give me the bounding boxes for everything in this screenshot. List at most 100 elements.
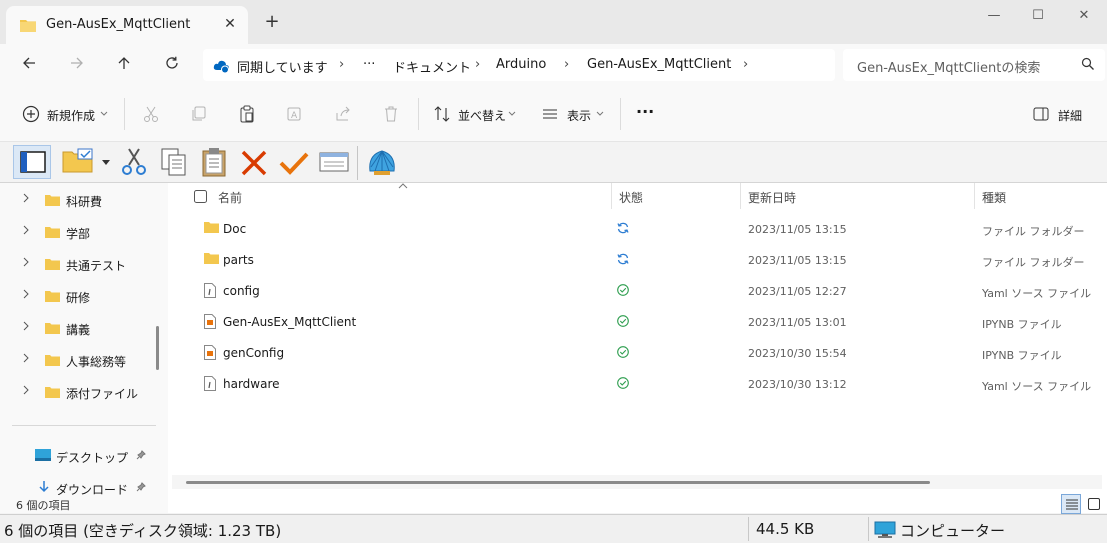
breadcrumb-arduino[interactable]: Arduino <box>496 57 546 72</box>
classic-toolbar <box>0 142 1107 183</box>
clipboard-icon[interactable] <box>200 147 228 177</box>
more-options-button[interactable]: ··· <box>636 102 654 124</box>
file-type: ファイル フォルダー <box>982 225 1085 238</box>
tab-close-button[interactable]: ✕ <box>220 14 240 34</box>
tab-current[interactable]: Gen-AusEx_MqttClient ✕ <box>6 6 248 44</box>
close-window-button[interactable]: ✕ <box>1066 6 1102 26</box>
status-summary: 6 個の項目 (空きディスク領域: 1.23 TB) <box>4 522 282 540</box>
table-row[interactable]: config 2023/11/05 12:27 Yaml ソース ファイル <box>194 275 1104 306</box>
share-icon[interactable] <box>334 105 352 123</box>
column-divider[interactable] <box>974 183 975 209</box>
refresh-button[interactable] <box>159 52 185 78</box>
properties-card-icon[interactable] <box>319 152 349 172</box>
pane-icon <box>20 151 46 173</box>
command-bar: 新規作成 A 並べ替え 表示 ··· 詳細 <box>0 86 1107 142</box>
arrow-left-icon <box>23 57 35 69</box>
paste-icon[interactable] <box>238 105 256 123</box>
shell-icon[interactable] <box>366 147 398 177</box>
column-header-date[interactable]: 更新日時 <box>748 189 796 206</box>
sidebar-item-downloads[interactable]: ダウンロード <box>0 473 150 495</box>
column-header-type[interactable]: 種類 <box>982 189 1006 206</box>
column-header-status[interactable]: 状態 <box>619 189 643 206</box>
breadcrumb-separator: › <box>743 57 749 72</box>
sidebar-item-kogi[interactable]: 講義 <box>0 313 150 341</box>
copy-icon[interactable] <box>190 105 208 123</box>
folder-icon <box>45 227 60 238</box>
up-button[interactable] <box>111 52 137 78</box>
breadcrumb-separator: › <box>475 57 481 72</box>
maximize-button[interactable]: ☐ <box>1020 6 1056 26</box>
file-name: Doc <box>223 222 247 236</box>
breadcrumb-documents[interactable]: ドキュメント <box>393 57 471 76</box>
select-all-checkbox[interactable] <box>194 190 207 203</box>
file-type: ファイル フォルダー <box>982 256 1085 269</box>
yaml-file-icon <box>204 376 216 391</box>
divider <box>748 517 749 541</box>
horizontal-scrollbar-thumb[interactable] <box>186 481 930 484</box>
search-box[interactable]: Gen-AusEx_MqttClientの検索 <box>843 49 1105 81</box>
sidebar-item-kakenhi[interactable]: 科研費 <box>0 185 150 213</box>
file-date: 2023/11/05 13:15 <box>748 223 847 236</box>
preview-pane-toggle[interactable] <box>13 145 51 179</box>
sort-button[interactable]: 並べ替え <box>458 107 506 129</box>
new-button[interactable]: 新規作成 <box>47 107 95 129</box>
chevron-right-icon[interactable] <box>22 225 30 235</box>
file-type: Yaml ソース ファイル <box>982 380 1092 393</box>
file-type: IPYNB ファイル <box>982 318 1062 331</box>
details-button[interactable]: 詳細 <box>1058 107 1082 129</box>
pin-icon[interactable] <box>136 450 146 460</box>
chevron-right-icon[interactable] <box>22 257 30 267</box>
chevron-right-icon[interactable] <box>22 193 30 203</box>
address-bar[interactable]: 同期しています › ··· ドキュメント › Arduino › Gen-Aus… <box>203 49 835 81</box>
chevron-right-icon[interactable] <box>22 385 30 395</box>
delete-icon[interactable] <box>382 105 400 123</box>
folder-icon <box>45 259 60 270</box>
rename-icon[interactable]: A <box>286 105 304 123</box>
breadcrumb-current-folder[interactable]: Gen-AusEx_MqttClient <box>587 57 731 72</box>
chevron-right-icon[interactable] <box>22 321 30 331</box>
scissors-icon[interactable] <box>121 147 147 177</box>
table-row[interactable]: parts 2023/11/05 13:15 ファイル フォルダー <box>194 244 1104 275</box>
column-divider[interactable] <box>740 183 741 209</box>
sidebar-item-gakubu[interactable]: 学部 <box>0 217 150 245</box>
status-size: 44.5 KB <box>756 520 815 538</box>
new-tab-button[interactable]: + <box>262 12 282 32</box>
chevron-right-icon[interactable] <box>22 353 30 363</box>
column-divider[interactable] <box>611 183 612 209</box>
sidebar-scrollbar[interactable] <box>156 326 159 370</box>
minimize-button[interactable]: — <box>976 6 1012 26</box>
divider <box>418 98 419 130</box>
chevron-right-icon[interactable] <box>22 289 30 299</box>
sidebar-item-kyotsu-test[interactable]: 共通テスト <box>0 249 150 277</box>
view-button[interactable]: 表示 <box>567 107 591 129</box>
pin-icon[interactable] <box>136 482 146 492</box>
tiles-view-button[interactable] <box>1084 494 1104 514</box>
table-row[interactable]: Gen-AusEx_MqttClient 2023/11/05 13:01 IP… <box>194 306 1104 337</box>
sidebar-item-kenshu[interactable]: 研修 <box>0 281 150 309</box>
sidebar-item-label: 人事総務等 <box>66 355 127 369</box>
search-input[interactable]: Gen-AusEx_MqttClientの検索 <box>857 57 1040 76</box>
sidebar-item-attachments[interactable]: 添付ファイル <box>0 377 150 405</box>
file-name: parts <box>223 253 254 267</box>
copy-documents-icon[interactable] <box>160 147 188 177</box>
folder-options-icon[interactable] <box>62 148 96 174</box>
breadcrumb-overflow[interactable]: ··· <box>363 57 375 72</box>
sidebar-item-desktop[interactable]: デスクトップ <box>0 441 150 469</box>
folder-icon <box>45 387 60 398</box>
folder-icon <box>45 355 60 366</box>
table-row[interactable]: genConfig 2023/10/30 15:54 IPYNB ファイル <box>194 337 1104 368</box>
delete-x-icon[interactable] <box>240 149 268 177</box>
cut-icon[interactable] <box>142 105 160 123</box>
checkmark-icon[interactable] <box>279 151 309 175</box>
chevron-down-icon[interactable] <box>102 160 110 166</box>
table-row[interactable]: hardware 2023/10/30 13:12 Yaml ソース ファイル <box>194 368 1104 399</box>
details-pane-icon <box>1033 107 1049 121</box>
sidebar-item-label: 学部 <box>66 227 91 241</box>
table-row[interactable]: Doc 2023/11/05 13:15 ファイル フォルダー <box>194 213 1104 244</box>
forward-button[interactable] <box>64 52 90 78</box>
column-header-name[interactable]: 名前 <box>218 189 242 206</box>
sidebar-item-jinji-somu[interactable]: 人事総務等 <box>0 345 150 373</box>
title-bar: Gen-AusEx_MqttClient ✕ + — ☐ ✕ <box>0 0 1107 44</box>
details-view-button[interactable] <box>1061 494 1081 514</box>
back-button[interactable] <box>16 52 42 78</box>
